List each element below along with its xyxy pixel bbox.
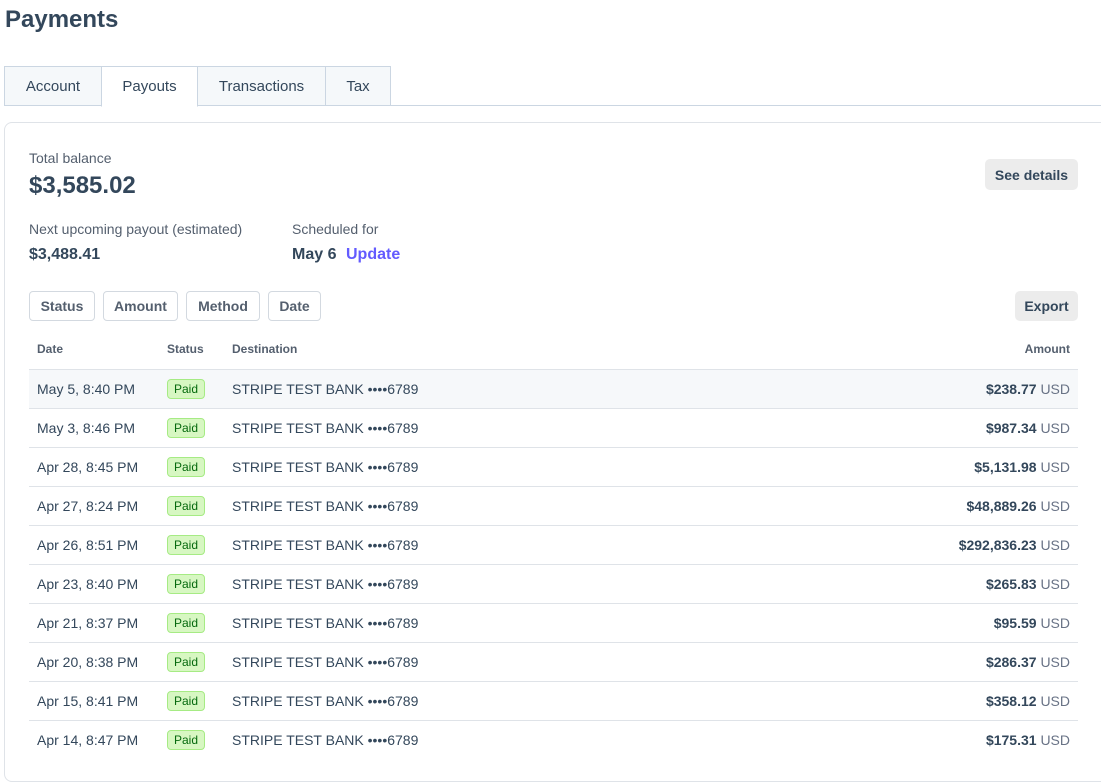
- table-row[interactable]: Apr 28, 8:45 PM Paid STRIPE TEST BANK ••…: [29, 447, 1078, 486]
- amount-currency: USD: [1040, 654, 1070, 670]
- amount-value: $95.59: [993, 615, 1037, 631]
- row-destination: STRIPE TEST BANK ••••6789: [232, 381, 419, 397]
- column-header-amount[interactable]: Amount: [1025, 342, 1070, 356]
- status-badge: Paid: [167, 574, 205, 594]
- row-destination: STRIPE TEST BANK ••••6789: [232, 615, 419, 631]
- table-row[interactable]: Apr 26, 8:51 PM Paid STRIPE TEST BANK ••…: [29, 525, 1078, 564]
- scheduled-label: Scheduled for: [292, 221, 379, 237]
- row-date: Apr 15, 8:41 PM: [37, 693, 139, 709]
- amount-value: $48,889.26: [966, 498, 1037, 514]
- row-amount: $265.83 USD: [986, 576, 1070, 592]
- row-destination: STRIPE TEST BANK ••••6789: [232, 693, 419, 709]
- table-row[interactable]: Apr 21, 8:37 PM Paid STRIPE TEST BANK ••…: [29, 603, 1078, 642]
- filter-method-button[interactable]: Method: [186, 291, 260, 321]
- row-date: Apr 20, 8:38 PM: [37, 654, 139, 670]
- tab-account[interactable]: Account: [4, 66, 102, 106]
- amount-value: $175.31: [985, 732, 1037, 748]
- row-date: Apr 26, 8:51 PM: [37, 537, 139, 553]
- next-payout-value: $3,488.41: [29, 246, 101, 263]
- status-badge: Paid: [167, 730, 205, 750]
- status-badge: Paid: [167, 535, 205, 555]
- row-destination: STRIPE TEST BANK ••••6789: [232, 576, 419, 592]
- row-destination: STRIPE TEST BANK ••••6789: [232, 498, 419, 514]
- amount-value: $286.37: [985, 654, 1037, 670]
- scheduled-date: May 6: [292, 246, 337, 263]
- row-amount: $358.12 USD: [986, 693, 1070, 709]
- column-header-status[interactable]: Status: [167, 342, 204, 356]
- amount-value: $292,836.23: [958, 537, 1037, 553]
- total-balance-value: $3,585.02: [29, 172, 136, 199]
- row-date: Apr 23, 8:40 PM: [37, 576, 139, 592]
- total-balance-label: Total balance: [29, 150, 112, 166]
- row-amount: $286.37 USD: [986, 654, 1070, 670]
- column-header-date[interactable]: Date: [37, 342, 63, 356]
- status-badge: Paid: [167, 457, 205, 477]
- amount-currency: USD: [1040, 693, 1070, 709]
- row-amount: $48,889.26 USD: [966, 498, 1070, 514]
- amount-value: $5,131.98: [974, 459, 1037, 475]
- status-badge: Paid: [167, 613, 205, 633]
- row-amount: $292,836.23 USD: [959, 537, 1070, 553]
- amount-currency: USD: [1040, 459, 1070, 475]
- table-row[interactable]: Apr 14, 8:47 PM Paid STRIPE TEST BANK ••…: [29, 720, 1078, 759]
- amount-currency: USD: [1040, 615, 1070, 631]
- amount-currency: USD: [1040, 537, 1070, 553]
- row-date: May 5, 8:40 PM: [37, 381, 136, 397]
- filter-status-button[interactable]: Status: [29, 291, 95, 321]
- row-date: Apr 14, 8:47 PM: [37, 732, 139, 748]
- row-amount: $987.34 USD: [986, 420, 1070, 436]
- row-amount: $175.31 USD: [986, 732, 1070, 748]
- tab-payouts[interactable]: Payouts: [101, 66, 198, 107]
- amount-value: $265.83: [985, 576, 1037, 592]
- row-destination: STRIPE TEST BANK ••••6789: [232, 420, 419, 436]
- page-title: Payments: [5, 6, 119, 33]
- row-amount: $238.77 USD: [986, 381, 1070, 397]
- amount-value: $358.12: [985, 693, 1037, 709]
- amount-value: $238.77: [985, 381, 1037, 397]
- status-badge: Paid: [167, 496, 205, 516]
- amount-value: $987.34: [985, 420, 1037, 436]
- table-row[interactable]: Apr 15, 8:41 PM Paid STRIPE TEST BANK ••…: [29, 681, 1078, 720]
- table-row[interactable]: May 5, 8:40 PM Paid STRIPE TEST BANK •••…: [29, 369, 1078, 408]
- export-button[interactable]: Export: [1015, 291, 1078, 321]
- row-date: Apr 27, 8:24 PM: [37, 498, 139, 514]
- see-details-button[interactable]: See details: [985, 159, 1078, 190]
- column-header-destination[interactable]: Destination: [232, 342, 297, 356]
- tab-transactions[interactable]: Transactions: [197, 66, 326, 106]
- tab-bar: Account Payouts Transactions Tax: [4, 66, 391, 107]
- table-row[interactable]: Apr 20, 8:38 PM Paid STRIPE TEST BANK ••…: [29, 642, 1078, 681]
- amount-currency: USD: [1040, 498, 1070, 514]
- row-amount: $95.59 USD: [994, 615, 1070, 631]
- payouts-table: May 5, 8:40 PM Paid STRIPE TEST BANK •••…: [29, 369, 1078, 759]
- row-date: Apr 21, 8:37 PM: [37, 615, 139, 631]
- amount-currency: USD: [1040, 576, 1070, 592]
- table-header: Date Status Destination Amount: [29, 336, 1078, 369]
- row-destination: STRIPE TEST BANK ••••6789: [232, 537, 419, 553]
- row-destination: STRIPE TEST BANK ••••6789: [232, 654, 419, 670]
- row-amount: $5,131.98 USD: [974, 459, 1070, 475]
- row-destination: STRIPE TEST BANK ••••6789: [232, 459, 419, 475]
- row-date: Apr 28, 8:45 PM: [37, 459, 139, 475]
- next-payout-label: Next upcoming payout (estimated): [29, 221, 243, 237]
- table-row[interactable]: Apr 27, 8:24 PM Paid STRIPE TEST BANK ••…: [29, 486, 1078, 525]
- row-destination: STRIPE TEST BANK ••••6789: [232, 732, 419, 748]
- row-date: May 3, 8:46 PM: [37, 420, 136, 436]
- status-badge: Paid: [167, 379, 205, 399]
- status-badge: Paid: [167, 652, 205, 672]
- amount-currency: USD: [1040, 420, 1070, 436]
- tab-tax[interactable]: Tax: [325, 66, 391, 106]
- filter-date-button[interactable]: Date: [268, 291, 321, 321]
- status-badge: Paid: [167, 691, 205, 711]
- filter-amount-button[interactable]: Amount: [103, 291, 178, 321]
- amount-currency: USD: [1040, 381, 1070, 397]
- status-badge: Paid: [167, 418, 205, 438]
- table-row[interactable]: May 3, 8:46 PM Paid STRIPE TEST BANK •••…: [29, 408, 1078, 447]
- amount-currency: USD: [1040, 732, 1070, 748]
- update-link[interactable]: Update: [346, 246, 400, 264]
- table-row[interactable]: Apr 23, 8:40 PM Paid STRIPE TEST BANK ••…: [29, 564, 1078, 603]
